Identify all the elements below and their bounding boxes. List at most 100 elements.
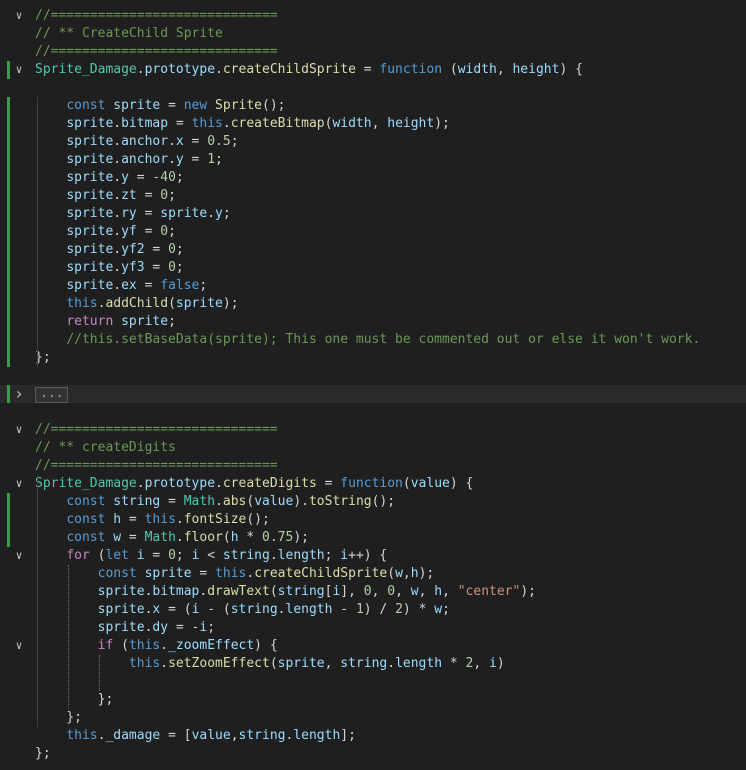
code-line[interactable]: ∨ //============================= <box>0 7 746 25</box>
code-line[interactable]: const sprite = new Sprite(); <box>0 97 746 115</box>
code-line[interactable]: sprite.anchor.y = 1; <box>0 151 746 169</box>
code-line[interactable]: ∨ Sprite_Damage.prototype.createChildSpri… <box>0 61 746 79</box>
change-indicator[interactable] <box>7 385 10 403</box>
chevron-down-icon[interactable]: ∨ <box>12 547 26 565</box>
code-token: 1 <box>355 602 364 617</box>
code-token: }; <box>35 710 82 725</box>
code-token: return <box>66 314 114 329</box>
code-text: const string = Math.abs(value).toString(… <box>35 493 395 511</box>
code-line[interactable]: }; <box>0 349 746 367</box>
code-line[interactable]: }; <box>0 745 746 763</box>
code-token: -40 <box>152 170 176 185</box>
code-line[interactable]: sprite.x = (i - (string.length - 1) / 2)… <box>0 601 746 619</box>
code-token: ex <box>121 278 137 293</box>
code-line[interactable]: const h = this.fontSize(); <box>0 511 746 529</box>
code-token: , <box>402 566 411 581</box>
code-line[interactable]: sprite.yf = 0; <box>0 223 746 241</box>
code-line[interactable]: this.addChild(sprite); <box>0 295 746 313</box>
code-token: . <box>160 638 169 653</box>
code-line[interactable]: //this.setBaseData(sprite); This one mus… <box>0 331 746 349</box>
code-line[interactable]: sprite.zt = 0; <box>0 187 746 205</box>
code-token: . <box>113 116 122 131</box>
code-token: value <box>254 494 294 509</box>
code-line[interactable]: sprite.anchor.x = 0.5; <box>0 133 746 151</box>
code-token: - ( <box>199 602 231 617</box>
code-token: . <box>168 134 176 149</box>
code-token: ); <box>434 116 450 131</box>
code-line[interactable]: const string = Math.abs(value).toString(… <box>0 493 746 511</box>
code-token: const <box>66 512 106 527</box>
code-line[interactable]: sprite.dy = -i; <box>0 619 746 637</box>
code-line[interactable] <box>0 673 746 691</box>
code-token: , <box>395 584 411 599</box>
chevron-down-icon[interactable]: ∨ <box>12 61 26 79</box>
code-line[interactable]: sprite.ex = false; <box>0 277 746 295</box>
code-token: ( <box>269 656 278 671</box>
code-line[interactable]: ∨ Sprite_Damage.prototype.createDigits = … <box>0 475 746 493</box>
code-line[interactable]: sprite.ry = sprite.y; <box>0 205 746 223</box>
code-token: sprite <box>66 134 114 149</box>
code-token: createBitmap <box>230 116 325 131</box>
code-token: 0 <box>160 224 169 239</box>
code-token: setZoomEffect <box>168 656 270 671</box>
code-line[interactable]: ›... <box>0 385 746 403</box>
code-token: y <box>175 152 184 167</box>
code-line[interactable]: // ** CreateChild Sprite <box>0 25 746 43</box>
code-token: ]; <box>340 728 356 743</box>
code-text: if (this._zoomEffect) { <box>35 637 278 655</box>
chevron-down-icon[interactable]: ∨ <box>12 637 26 655</box>
code-line[interactable]: ∨ if (this._zoomEffect) { <box>0 637 746 655</box>
chevron-right-icon[interactable]: › <box>12 385 26 403</box>
code-line[interactable]: return sprite; <box>0 313 746 331</box>
code-token: (); <box>246 512 270 527</box>
code-editor[interactable]: ∨ //============================= // ** Cr… <box>0 0 746 770</box>
chevron-down-icon[interactable]: ∨ <box>12 7 26 25</box>
code-line[interactable]: this.setZoomEffect(sprite, string.length… <box>0 655 746 673</box>
code-line[interactable] <box>0 367 746 385</box>
code-token: string <box>230 602 278 617</box>
code-line[interactable]: const sprite = this.createChildSprite(w,… <box>0 565 746 583</box>
code-text: }; <box>35 709 82 727</box>
code-line[interactable]: sprite.yf2 = 0; <box>0 241 746 259</box>
chevron-down-icon[interactable]: ∨ <box>12 421 26 439</box>
code-token: abs <box>222 494 247 509</box>
code-line[interactable]: sprite.bitmap = this.createBitmap(width,… <box>0 115 746 133</box>
indent-guide <box>37 475 38 727</box>
code-token: h <box>113 512 122 527</box>
code-token: this <box>191 116 223 131</box>
code-token: y <box>121 170 129 185</box>
code-token: anchor <box>121 134 169 149</box>
code-line[interactable]: }; <box>0 691 746 709</box>
change-indicator[interactable] <box>7 493 10 547</box>
code-line[interactable] <box>0 79 746 97</box>
chevron-down-icon[interactable]: ∨ <box>12 475 26 493</box>
code-token: h <box>434 584 443 599</box>
code-token: < <box>199 548 223 563</box>
code-line[interactable]: sprite.bitmap.drawText(string[i], 0, 0, … <box>0 583 746 601</box>
code-text: //============================= <box>35 457 278 475</box>
code-line[interactable]: // ** createDigits <box>0 439 746 457</box>
code-token: . <box>113 224 122 239</box>
code-token: = <box>128 170 153 185</box>
code-token: y <box>215 206 223 221</box>
change-indicator[interactable] <box>7 61 10 79</box>
change-indicator[interactable] <box>7 97 10 367</box>
code-token: = <box>136 206 161 221</box>
code-line[interactable]: //============================= <box>0 43 746 61</box>
code-token: = <box>168 116 192 131</box>
code-line[interactable]: sprite.y = -40; <box>0 169 746 187</box>
code-token: //============================= <box>35 422 278 437</box>
code-line[interactable]: ∨ for (let i = 0; i < string.length; i++… <box>0 547 746 565</box>
code-text: sprite.anchor.y = 1; <box>35 151 223 169</box>
code-line[interactable]: }; <box>0 709 746 727</box>
code-token: const <box>66 494 106 509</box>
folded-region-button[interactable]: ... <box>35 387 69 403</box>
code-line[interactable]: //============================= <box>0 457 746 475</box>
code-line[interactable]: sprite.yf3 = 0; <box>0 259 746 277</box>
code-line[interactable]: ∨ //============================= <box>0 421 746 439</box>
code-line[interactable]: const w = Math.floor(h * 0.75); <box>0 529 746 547</box>
code-line[interactable] <box>0 403 746 421</box>
code-line[interactable]: this._damage = [value,string.length]; <box>0 727 746 745</box>
